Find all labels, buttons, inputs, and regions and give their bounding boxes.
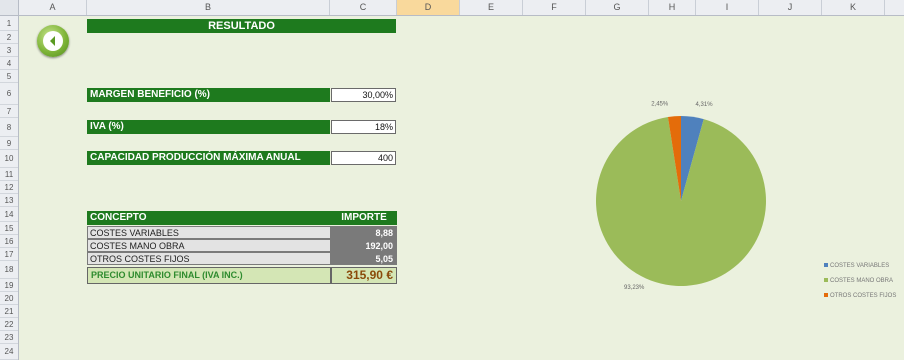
row-header[interactable]: 8 bbox=[0, 118, 18, 137]
row-header[interactable]: 5 bbox=[0, 70, 18, 83]
row-header[interactable]: 19 bbox=[0, 279, 18, 292]
iva-value-cell[interactable]: 18% bbox=[331, 120, 396, 134]
column-header-f[interactable]: F bbox=[523, 0, 586, 15]
chart-legend: COSTES VARIABLES COSTES MANO OBRA OTROS … bbox=[824, 263, 896, 308]
capacity-label: CAPACIDAD PRODUCCIÓN MÁXIMA ANUAL bbox=[87, 151, 330, 165]
row-header[interactable]: 13 bbox=[0, 194, 18, 207]
table-row-label: COSTES MANO OBRA bbox=[87, 239, 331, 252]
row-header[interactable]: 15 bbox=[0, 222, 18, 235]
legend-item: COSTES MANO OBRA bbox=[824, 278, 896, 293]
row-header[interactable]: 20 bbox=[0, 292, 18, 305]
final-price-value[interactable]: 315,90 € bbox=[331, 267, 397, 284]
column-header-k[interactable]: K bbox=[822, 0, 885, 15]
column-header-bar: A B C D E F G H I J K bbox=[0, 0, 904, 16]
column-header-b[interactable]: B bbox=[87, 0, 330, 15]
column-header-j[interactable]: J bbox=[759, 0, 822, 15]
row-header[interactable]: 11 bbox=[0, 168, 18, 181]
row-header[interactable]: 21 bbox=[0, 305, 18, 318]
table-row-value[interactable]: 8,88 bbox=[331, 226, 397, 239]
column-header-g[interactable]: G bbox=[586, 0, 649, 15]
legend-item: OTROS COSTES FIJOS bbox=[824, 293, 896, 308]
legend-item: COSTES VARIABLES bbox=[824, 263, 896, 278]
margin-label: MARGEN BENEFICIO (%) bbox=[87, 88, 330, 102]
row-header[interactable]: 6 bbox=[0, 83, 18, 105]
legend-swatch bbox=[824, 278, 828, 283]
row-header[interactable]: 9 bbox=[0, 137, 18, 150]
table-row-value[interactable]: 192,00 bbox=[331, 239, 397, 252]
legend-label: COSTES MANO OBRA bbox=[830, 278, 894, 284]
row-header[interactable]: 14 bbox=[0, 207, 18, 222]
pie-data-label: 4,31% bbox=[696, 102, 714, 108]
legend-swatch bbox=[824, 263, 828, 268]
back-arrow-icon bbox=[43, 31, 63, 51]
column-header-i[interactable]: I bbox=[696, 0, 759, 15]
row-header[interactable]: 10 bbox=[0, 150, 18, 168]
select-all-corner[interactable] bbox=[0, 0, 19, 15]
row-header[interactable]: 7 bbox=[0, 105, 18, 118]
column-header-a[interactable]: A bbox=[19, 0, 87, 15]
final-price-label: PRECIO UNITARIO FINAL (IVA INC.) bbox=[87, 267, 331, 284]
row-header[interactable]: 22 bbox=[0, 318, 18, 331]
back-button[interactable] bbox=[37, 25, 69, 57]
row-header[interactable]: 23 bbox=[0, 331, 18, 344]
legend-label: COSTES VARIABLES bbox=[830, 263, 890, 269]
legend-label: OTROS COSTES FIJOS bbox=[830, 293, 897, 299]
iva-label: IVA (%) bbox=[87, 120, 330, 134]
row-header[interactable]: 24 bbox=[0, 344, 18, 360]
legend-swatch bbox=[824, 293, 828, 298]
row-header[interactable]: 17 bbox=[0, 248, 18, 261]
column-header-h[interactable]: H bbox=[649, 0, 696, 15]
column-header-e[interactable]: E bbox=[460, 0, 523, 15]
column-header-c[interactable]: C bbox=[330, 0, 397, 15]
margin-value-cell[interactable]: 30,00% bbox=[331, 88, 396, 102]
pie-data-label: 2,45% bbox=[651, 101, 669, 107]
pie-data-label: 93,23% bbox=[624, 285, 645, 291]
capacity-value-cell[interactable]: 400 bbox=[331, 151, 396, 165]
table-row-label: COSTES VARIABLES bbox=[87, 226, 331, 239]
row-header[interactable]: 2 bbox=[0, 31, 18, 44]
page-title: RESULTADO bbox=[87, 19, 396, 33]
importe-header: IMPORTE bbox=[331, 211, 397, 225]
row-header[interactable]: 16 bbox=[0, 235, 18, 248]
column-header-d[interactable]: D bbox=[397, 0, 460, 15]
row-header-bar: 1 2 3 4 5 6 7 8 9 10 11 12 13 14 15 16 1… bbox=[0, 16, 19, 360]
table-row-label: OTROS COSTES FIJOS bbox=[87, 252, 331, 265]
row-header[interactable]: 4 bbox=[0, 57, 18, 70]
row-header[interactable]: 3 bbox=[0, 44, 18, 57]
concepto-header: CONCEPTO bbox=[87, 211, 331, 225]
table-row-value[interactable]: 5,05 bbox=[331, 252, 397, 265]
row-header[interactable]: 18 bbox=[0, 261, 18, 279]
row-header[interactable]: 1 bbox=[0, 16, 18, 31]
row-header[interactable]: 12 bbox=[0, 181, 18, 194]
